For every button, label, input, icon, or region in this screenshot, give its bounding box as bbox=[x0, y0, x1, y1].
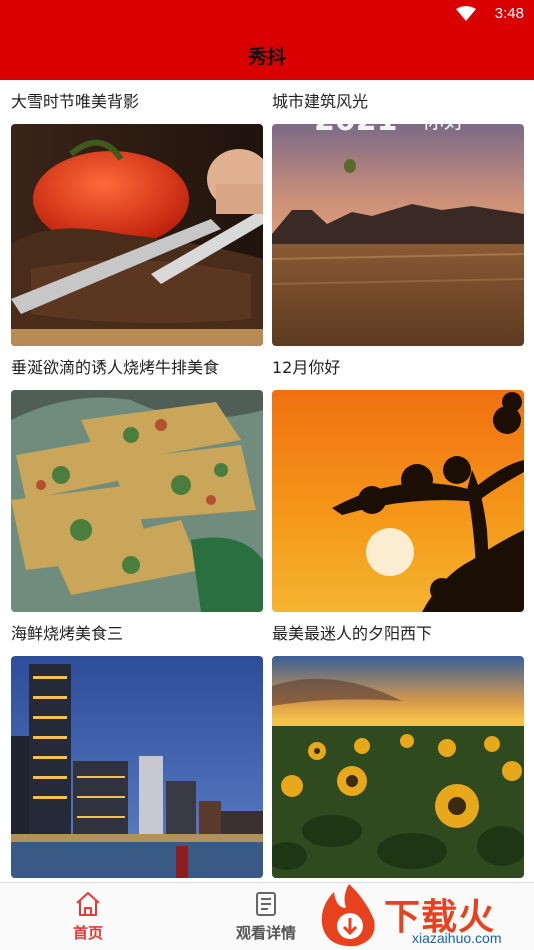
wheat-field-sunset-photo[interactable]: 2021 你好 bbox=[272, 124, 524, 346]
document-icon bbox=[256, 892, 276, 916]
flame-logo-icon bbox=[321, 884, 375, 947]
card-caption: 垂涎欲滴的诱人烧烤牛排美食 bbox=[11, 358, 220, 377]
card-caption: 12月你好 bbox=[272, 358, 341, 377]
card-caption: 大雪时节唯美背影 bbox=[11, 92, 140, 111]
sunset-tree-photo[interactable] bbox=[272, 390, 524, 612]
svg-text:你好: 你好 bbox=[422, 124, 466, 134]
image-card[interactable]: 城市建筑风光 2021 你好 bbox=[272, 80, 524, 346]
image-card[interactable]: 海鲜烧烤美食三 bbox=[11, 612, 263, 878]
tab-home[interactable]: 首页 bbox=[28, 883, 148, 950]
tab-label: 观看详情 bbox=[235, 924, 296, 942]
card-caption: 最美最迷人的夕阳西下 bbox=[272, 624, 433, 643]
fried-fish-photo[interactable] bbox=[11, 390, 263, 612]
tab-details[interactable]: 观看详情 bbox=[206, 883, 326, 950]
steak-tomato-photo[interactable] bbox=[11, 124, 263, 346]
watermark-url: xiazaihuo.com bbox=[412, 930, 502, 946]
home-icon bbox=[76, 892, 100, 916]
svg-text:2021: 2021 bbox=[314, 124, 398, 138]
wifi-icon bbox=[456, 6, 476, 21]
status-bar: 3:48 bbox=[0, 0, 534, 28]
sunflower-field-photo[interactable] bbox=[272, 656, 524, 878]
city-night-photo[interactable] bbox=[11, 656, 263, 878]
card-caption: 城市建筑风光 bbox=[272, 92, 369, 111]
page-title: 秀抖 bbox=[247, 46, 286, 68]
image-card[interactable]: 垂涎欲滴的诱人烧烤牛排美食 bbox=[11, 346, 263, 612]
image-card[interactable]: 最美最迷人的夕阳西下 bbox=[272, 612, 524, 878]
tab-label: 首页 bbox=[72, 924, 103, 942]
status-time: 3:48 bbox=[494, 5, 524, 22]
image-card[interactable]: 大雪时节唯美背影 bbox=[11, 80, 263, 346]
image-grid: 大雪时节唯美背影 城市建筑风光 垂涎欲滴的诱人烧烤牛排美食 12月你好 海鲜烧烤… bbox=[0, 80, 534, 882]
watermark: 下载火 xiazaihuo.com bbox=[314, 880, 534, 949]
image-card[interactable]: 12月你好 bbox=[272, 346, 524, 612]
app-bar: 秀抖 bbox=[0, 28, 534, 80]
card-caption: 海鲜烧烤美食三 bbox=[11, 624, 124, 643]
